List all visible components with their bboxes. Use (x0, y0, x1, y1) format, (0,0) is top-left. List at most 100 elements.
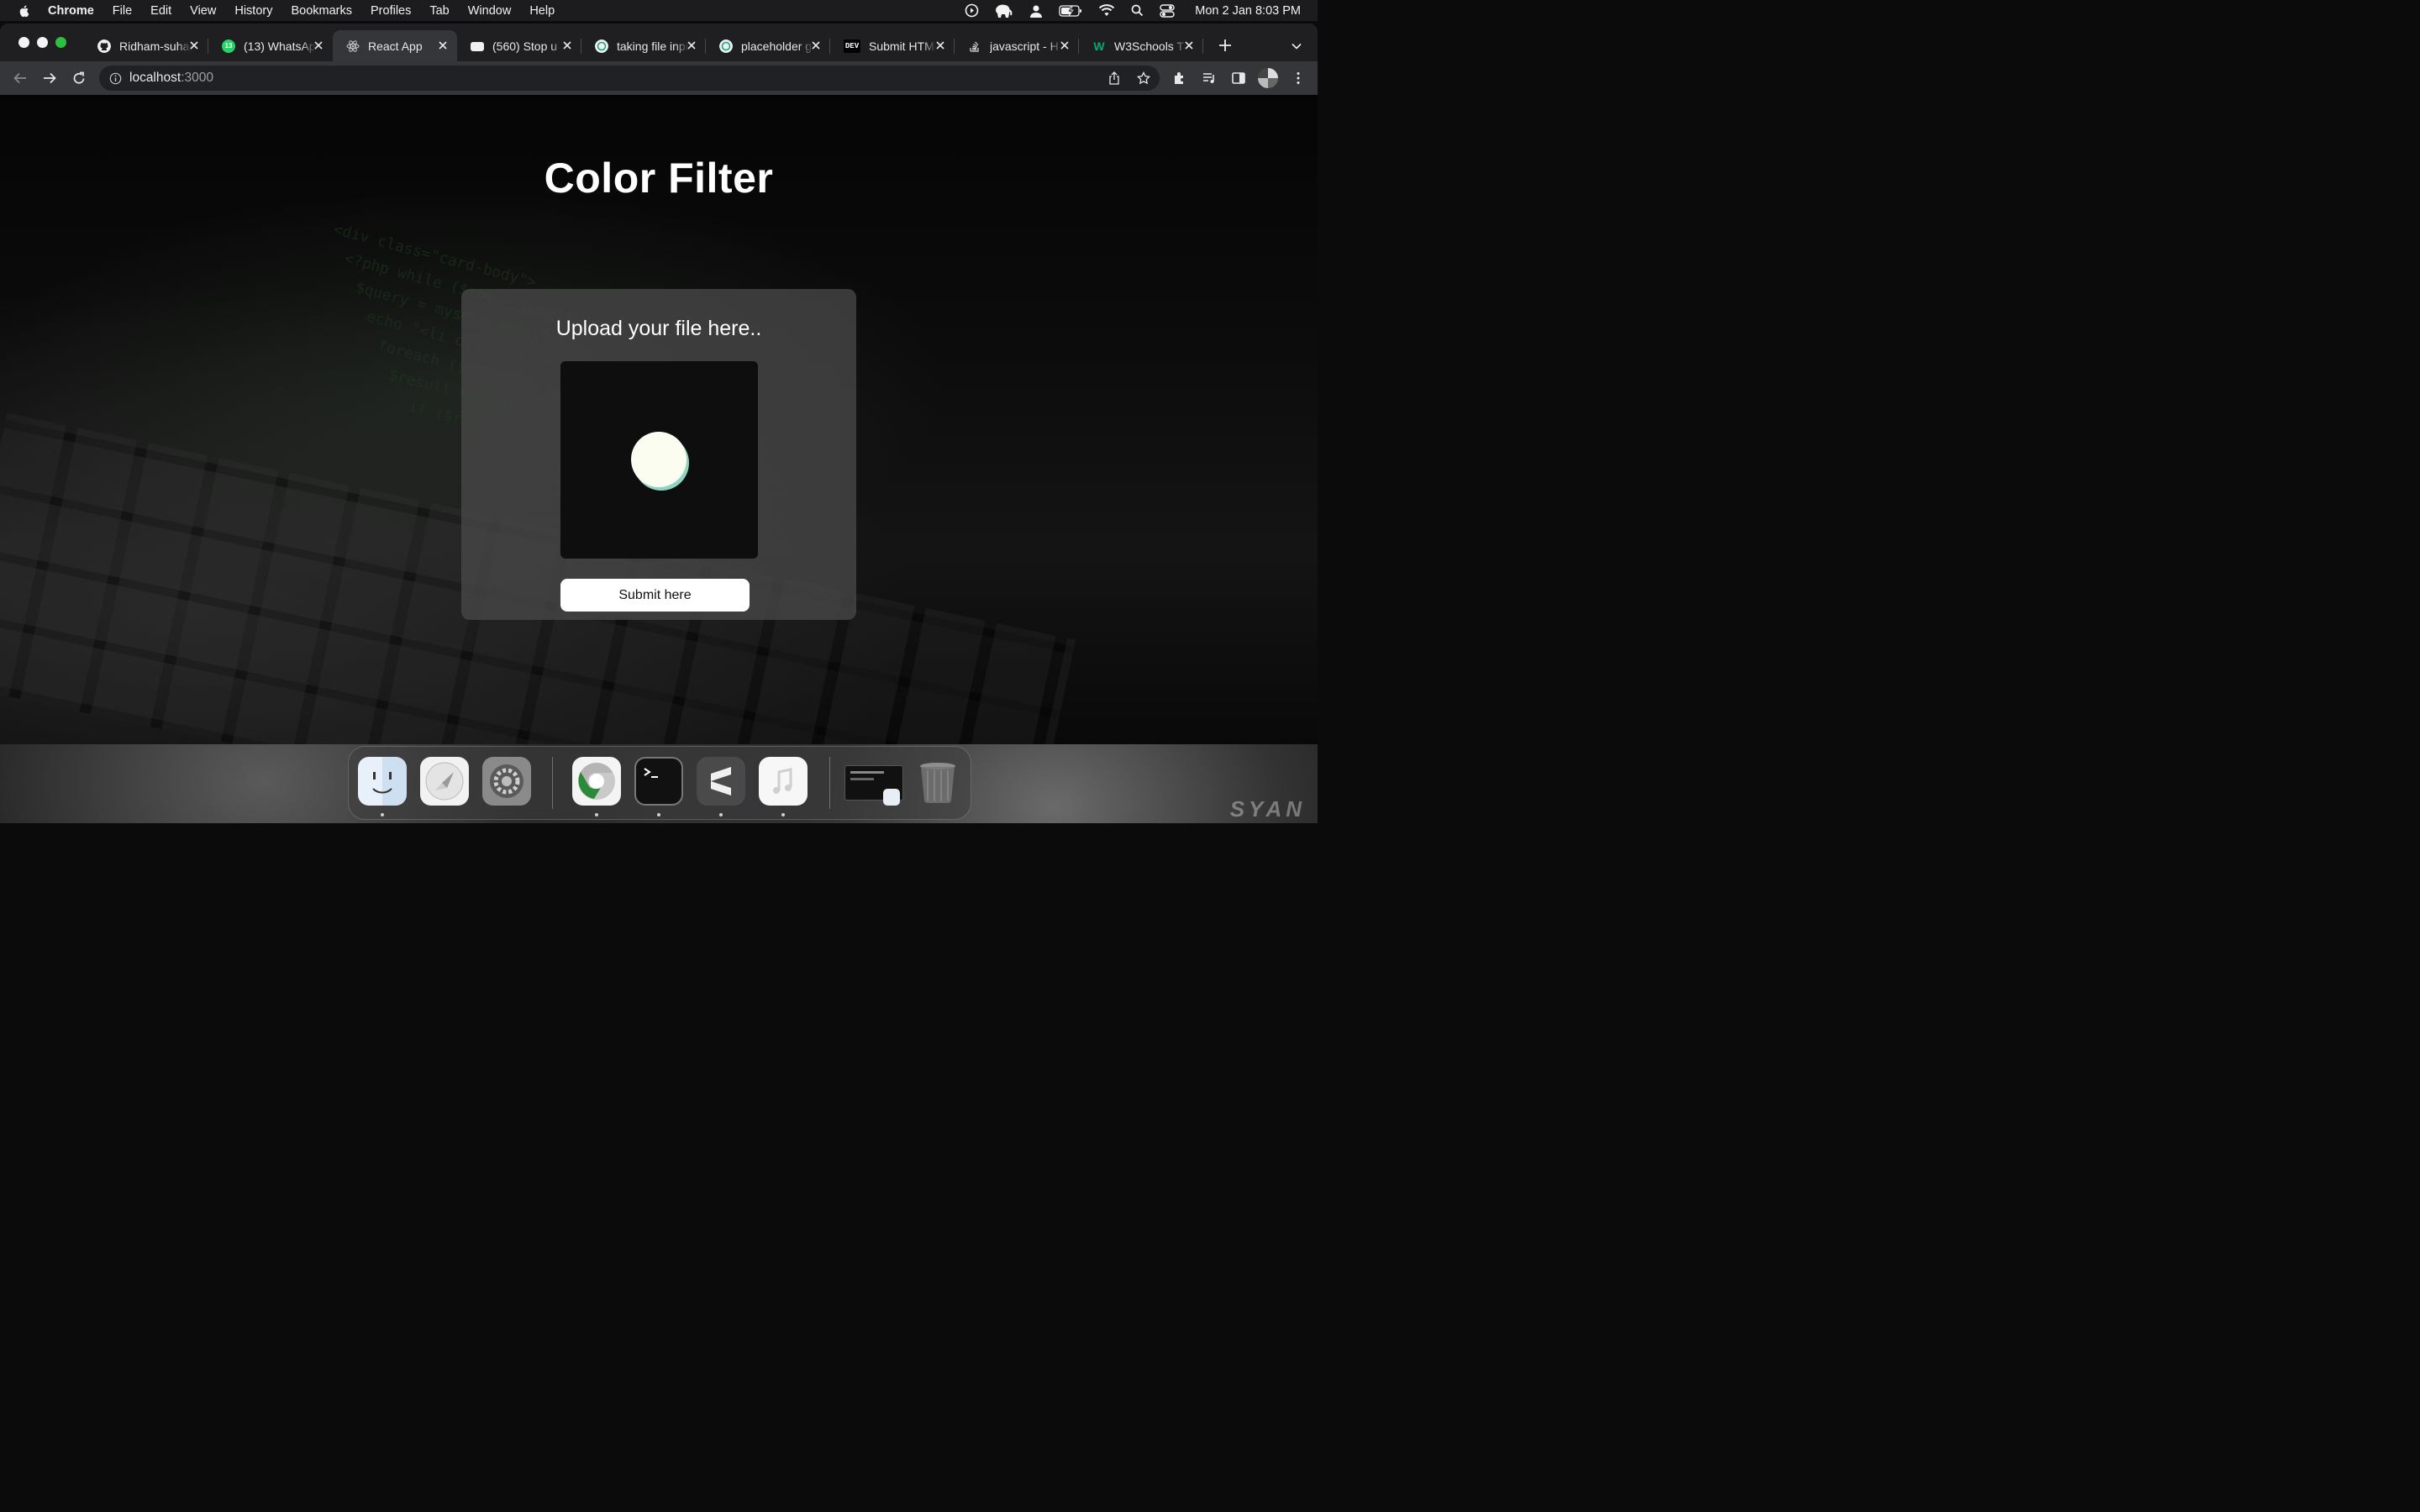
forward-arrow-icon[interactable] (42, 71, 57, 86)
tab-w3schools[interactable]: W W3Schools T (1079, 30, 1203, 61)
share-icon[interactable] (1107, 71, 1121, 85)
tab-separator (1202, 39, 1203, 54)
close-icon[interactable] (810, 39, 822, 51)
gear-icon (490, 764, 523, 798)
dev-icon: DEV (844, 39, 860, 53)
close-icon[interactable] (437, 39, 449, 51)
menubar-clock[interactable]: Mon 2 Jan 8:03 PM (1195, 4, 1301, 18)
running-indicator (719, 813, 723, 816)
menu-window[interactable]: Window (468, 4, 512, 18)
tab-react-app[interactable]: React App (333, 30, 457, 61)
wifi-icon[interactable] (1098, 4, 1115, 17)
new-tab-plus-icon[interactable] (1218, 39, 1232, 52)
page-title: Color Filter (544, 155, 774, 202)
search-icon[interactable] (1131, 4, 1144, 17)
chrome-icon (578, 763, 615, 800)
user-icon[interactable] (1029, 4, 1043, 18)
chrome-dock-icon[interactable] (572, 757, 621, 806)
tab-dev-to[interactable]: DEV Submit HTML (830, 30, 955, 61)
upload-card: Upload your file here.. Submit here (461, 289, 856, 620)
reload-icon[interactable] (71, 71, 87, 86)
menu-file[interactable]: File (113, 4, 132, 18)
bookmark-star-icon[interactable] (1137, 71, 1150, 85)
window-minimize-button[interactable] (37, 37, 48, 48)
close-icon[interactable] (1059, 39, 1071, 51)
menu-edit[interactable]: Edit (150, 4, 171, 18)
window-close-button[interactable] (18, 37, 29, 48)
elephant-icon[interactable] (995, 3, 1013, 18)
youtube-icon (471, 41, 484, 51)
chatgpt-icon (595, 39, 608, 53)
control-center-icon[interactable] (1160, 3, 1175, 18)
menu-app-name[interactable]: Chrome (48, 4, 94, 18)
screen: Chrome File Edit View History Bookmarks … (0, 0, 1318, 823)
address-bar-url[interactable]: localhost:3000 (129, 71, 213, 86)
music-dock-icon[interactable] (759, 757, 808, 806)
tab-label: React App (368, 39, 423, 53)
menu-profiles[interactable]: Profiles (371, 4, 411, 18)
finder-face-icon (372, 772, 392, 794)
menu-tab[interactable]: Tab (429, 4, 449, 18)
browser-toolbar: localhost:3000 (0, 61, 1318, 95)
watermark-logo: SYAN (1229, 796, 1306, 822)
stackoverflow-icon (970, 41, 979, 52)
dock-separator (552, 757, 553, 809)
battery-icon[interactable] (1059, 4, 1082, 17)
close-icon[interactable] (686, 39, 697, 51)
tab-github[interactable]: Ridham-suhag (84, 30, 208, 61)
chevron-down-icon[interactable] (1291, 40, 1302, 52)
close-icon[interactable] (934, 39, 946, 51)
tab-stackoverflow[interactable]: javascript - H (955, 30, 1079, 61)
side-panel-icon[interactable] (1231, 71, 1246, 86)
finder-badge-icon (883, 789, 900, 806)
tab-chatgpt-file-input[interactable]: taking file input (581, 30, 706, 61)
back-arrow-icon[interactable] (13, 71, 28, 86)
close-icon[interactable] (313, 39, 324, 51)
tab-label: W3Schools T (1114, 39, 1184, 53)
close-icon[interactable] (561, 39, 573, 51)
window-maximize-button[interactable] (55, 37, 66, 48)
sublime-text-dock-icon[interactable] (697, 757, 745, 806)
preview-line (850, 778, 874, 780)
music-note-icon (773, 768, 792, 794)
menu-view[interactable]: View (190, 4, 216, 18)
close-icon[interactable] (188, 39, 200, 51)
system-settings-dock-icon[interactable] (482, 757, 531, 806)
submit-button[interactable]: Submit here (560, 579, 750, 612)
finder-dock-icon[interactable] (358, 757, 407, 806)
running-indicator (381, 813, 384, 816)
menu-bookmarks[interactable]: Bookmarks (291, 4, 352, 18)
tab-label: javascript - H (990, 39, 1059, 53)
url-port: :3000 (181, 71, 213, 85)
more-vertical-icon[interactable] (1291, 71, 1306, 86)
extensions-puzzle-icon[interactable] (1172, 71, 1187, 86)
tab-label: Submit HTML (869, 39, 936, 53)
chatgpt-icon (719, 39, 733, 53)
tab-youtube[interactable]: (560) Stop u (457, 30, 581, 61)
tab-whatsapp[interactable]: 13 (13) WhatsApp (208, 30, 333, 61)
w3schools-icon: W (1093, 39, 1105, 53)
trash-dock-icon[interactable] (913, 757, 962, 806)
address-bar[interactable]: localhost:3000 (99, 66, 1160, 91)
dock-separator (829, 757, 830, 809)
media-queue-icon[interactable] (1202, 71, 1217, 86)
terminal-dock-icon[interactable] (634, 757, 683, 806)
apple-icon[interactable] (18, 4, 31, 18)
tab-label: placeholder g (741, 39, 813, 53)
info-icon[interactable] (109, 72, 122, 85)
close-icon[interactable] (1183, 39, 1195, 51)
tab-chatgpt-placeholder[interactable]: placeholder g (706, 30, 830, 61)
preview-line (850, 771, 884, 774)
play-circle-icon[interactable] (965, 3, 979, 18)
macos-dock (348, 746, 971, 820)
tab-label: Ridham-suhag (119, 39, 192, 53)
running-indicator (657, 813, 660, 816)
safari-dock-icon[interactable] (420, 757, 469, 806)
file-upload-dropzone[interactable] (560, 361, 758, 559)
profile-avatar[interactable] (1258, 68, 1278, 88)
upload-dot-icon[interactable] (631, 432, 687, 487)
tab-strip: Ridham-suhag 13 (13) WhatsApp React App … (0, 24, 1318, 61)
menu-history[interactable]: History (234, 4, 272, 18)
menu-help[interactable]: Help (529, 4, 555, 18)
whatsapp-icon: 13 (222, 39, 235, 53)
